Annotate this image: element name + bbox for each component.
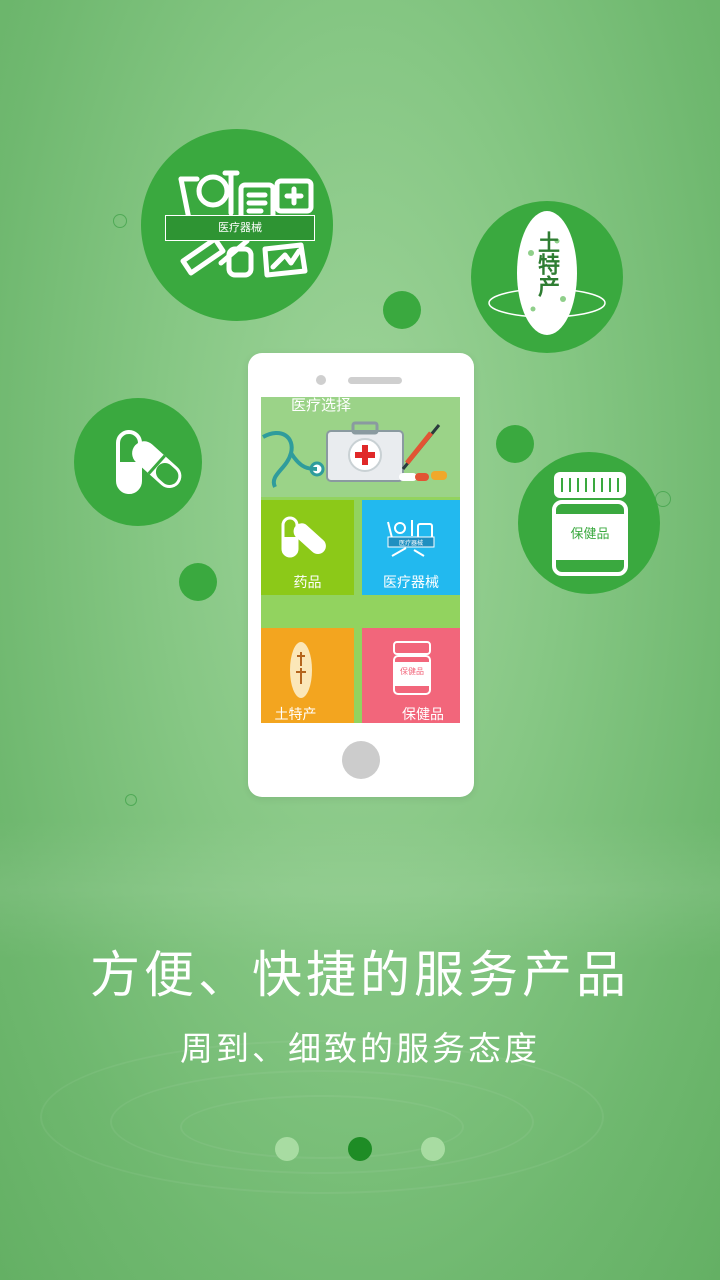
capsule-pill-icon <box>281 516 326 558</box>
page-indicator-1[interactable] <box>275 1137 299 1161</box>
tile-health-products-label: 保健品 <box>402 707 444 723</box>
phone-mockup: 医疗选择 药品 医疗器械 医疗器械 土特产 保健品 保健品 <box>248 353 474 797</box>
banner-title: 医疗选择 <box>291 397 352 414</box>
headline: 方便、快捷的服务产品 <box>90 946 630 1004</box>
local-specialty-calligraphy: 土特产 <box>534 231 560 297</box>
page-indicator-2-active[interactable] <box>348 1137 372 1161</box>
tile-drugs[interactable]: 药品 <box>261 500 354 595</box>
mini-device-label: 医疗器械 <box>398 540 423 547</box>
phone-camera <box>316 375 326 385</box>
tile-health-products[interactable]: 保健品 保健品 <box>362 628 460 723</box>
tile-medical-devices[interactable]: 医疗器械 医疗器械 <box>362 500 460 595</box>
medical-choice-banner[interactable]: 医疗选择 <box>261 397 460 497</box>
capsule-pill-icon <box>116 430 182 494</box>
mini-health-label: 保健品 <box>400 667 424 676</box>
decor-dot <box>179 563 217 601</box>
medical-device-banner: 医疗器械 <box>165 215 315 241</box>
tile-local-specialty-label: 土特产 <box>274 707 317 723</box>
medical-device-feature: 医疗器械 <box>141 129 333 321</box>
page-indicator-3[interactable] <box>421 1137 445 1161</box>
local-specialty-icon <box>290 642 312 698</box>
medical-device-label: 医疗器械 <box>218 221 262 234</box>
phone-home-button <box>342 741 380 779</box>
decor-dot <box>383 291 421 329</box>
tile-local-specialty[interactable]: 土特产 <box>261 628 354 723</box>
phone-speaker <box>348 377 402 384</box>
decor-ring <box>113 214 127 228</box>
local-specialty-feature: 土特产 <box>471 201 623 353</box>
drug-feature <box>74 398 202 526</box>
tile-drugs-label: 药品 <box>293 575 322 591</box>
subline: 周到、细致的服务态度 <box>180 1029 540 1068</box>
phone-screen: 医疗选择 药品 医疗器械 医疗器械 土特产 保健品 保健品 <box>261 397 460 723</box>
tile-medical-devices-label: 医疗器械 <box>383 575 439 591</box>
decor-ring <box>125 794 137 806</box>
health-product-feature: 保健品 <box>518 452 660 594</box>
health-product-label: 保健品 <box>570 527 610 542</box>
